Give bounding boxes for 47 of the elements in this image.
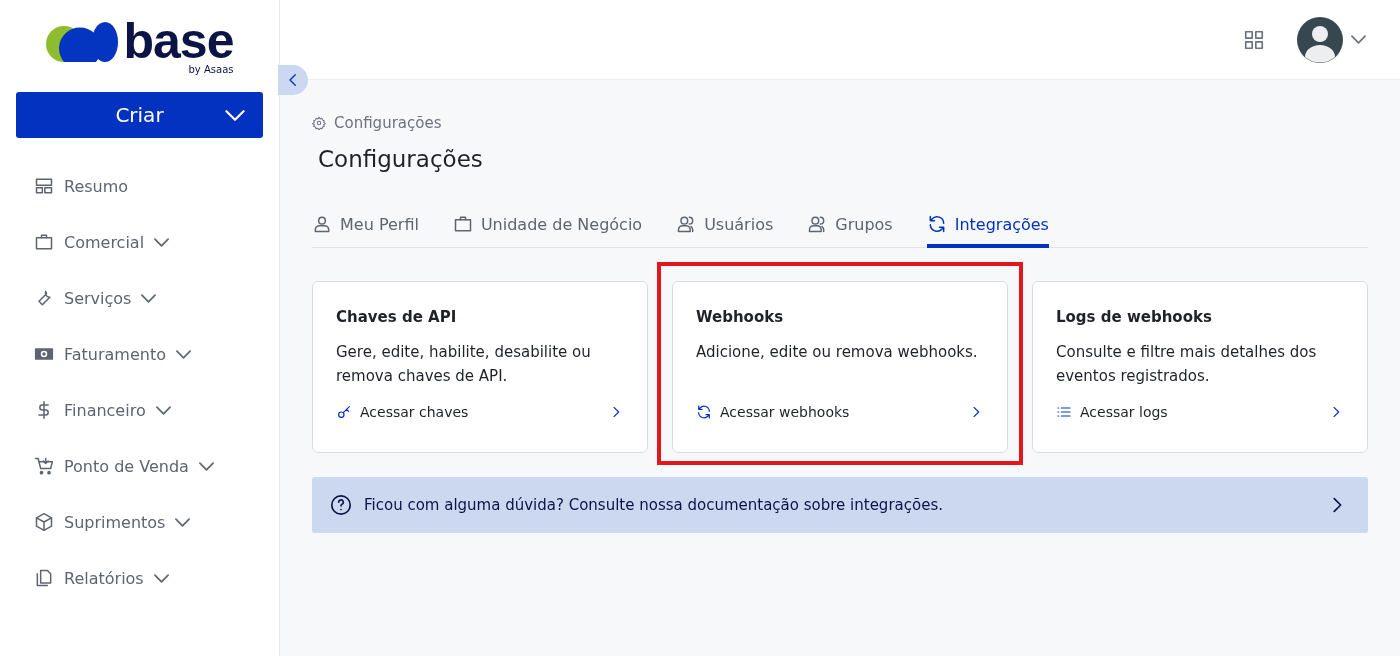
grid-menu-icon: [1243, 28, 1265, 51]
sidebar-item[interactable]: Serviços: [34, 286, 279, 310]
card-title: Chaves de API: [336, 308, 458, 326]
card-link[interactable]: Acessar chaves: [336, 404, 624, 420]
layout-icon: [34, 176, 54, 196]
card-link[interactable]: Acessar logs: [1056, 404, 1344, 420]
sidebar-item[interactable]: Relatórios: [34, 566, 279, 590]
logo-tagline: by Asaas: [188, 64, 234, 75]
sidebar-item[interactable]: Faturamento: [34, 342, 279, 366]
help-banner[interactable]: Ficou com alguma dúvida? Consulte nossa documentação sobre integrações.: [312, 477, 1368, 533]
tab[interactable]: Grupos: [807, 214, 893, 248]
person-icon: [312, 214, 332, 234]
box-icon: [34, 512, 54, 532]
card-title: Webhooks: [696, 308, 785, 326]
help-text: Ficou com alguma dúvida? Consulte nossa documentação sobre integrações.: [364, 496, 944, 514]
card-title: Logs de webhooks: [1056, 308, 1213, 326]
card-description: Gere, edite, habilite, desabilite ou remova chaves de API.: [336, 342, 592, 387]
cart-icon: [34, 456, 54, 476]
tab[interactable]: Usuários: [676, 214, 774, 248]
list-icon: [1056, 404, 1072, 420]
question-circle-icon: [330, 494, 352, 516]
tab[interactable]: Integrações: [926, 214, 1049, 248]
breadcrumb-link[interactable]: Configurações: [334, 114, 442, 132]
chevron-down-icon: [225, 109, 245, 121]
sidebar-item[interactable]: Suprimentos: [34, 510, 279, 534]
card-link[interactable]: Acessar webhooks: [696, 404, 984, 420]
page-title: Configurações: [318, 146, 484, 172]
key-icon: [336, 404, 352, 420]
collapse-sidebar-button[interactable]: [278, 65, 308, 95]
briefcase-icon: [452, 214, 473, 234]
card-description: Adicione, edite ou remova webhooks.: [696, 342, 979, 363]
refresh-icon: [696, 404, 712, 420]
sidebar-item[interactable]: Resumo: [34, 174, 279, 198]
gear-icon: [312, 116, 326, 130]
sidebar-item[interactable]: Ponto de Venda: [34, 454, 279, 478]
logo-mark-icon: [45, 20, 118, 64]
card-description: Consulte e filtre mais detalhes dos eventos registrados.: [1056, 342, 1318, 387]
sidebar-item[interactable]: Comercial: [34, 230, 279, 254]
tab[interactable]: Meu Perfil: [312, 214, 419, 248]
briefcase-icon: [34, 232, 54, 252]
sidebar-item[interactable]: Financeiro: [34, 398, 279, 422]
tab[interactable]: Unidade de Negócio: [452, 214, 643, 248]
chevron-down-icon: [1351, 35, 1366, 44]
avatar-icon[interactable]: [1297, 16, 1343, 63]
documents-icon: [34, 568, 54, 588]
create-button[interactable]: Criar: [16, 92, 263, 138]
logo-wordmark: base: [123, 20, 234, 62]
